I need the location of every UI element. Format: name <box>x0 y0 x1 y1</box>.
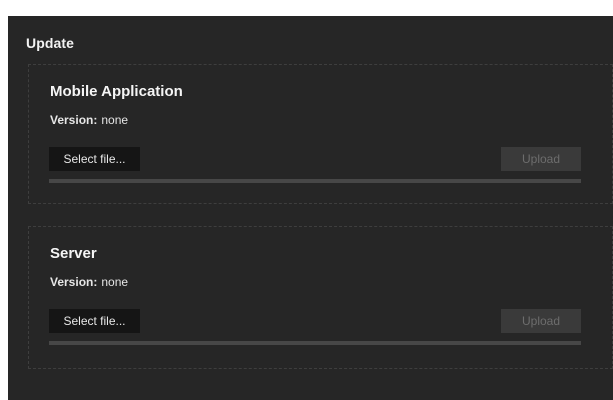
panel-title: Update <box>26 35 75 51</box>
section-title: Server <box>50 245 97 262</box>
upload-button[interactable]: Upload <box>501 309 581 333</box>
version-line: Version: none <box>50 113 128 127</box>
version-label: Version: <box>50 275 98 289</box>
version-value: none <box>101 113 129 127</box>
upload-progress-bar <box>49 179 581 183</box>
server-section: Server Version: none Select file... Uploa… <box>28 226 613 369</box>
section-title: Mobile Application <box>50 83 183 100</box>
update-panel: Update Mobile Application Version: none S… <box>8 16 613 400</box>
upload-progress-bar <box>49 341 581 345</box>
mobile-application-section: Mobile Application Version: none Select f… <box>28 64 613 204</box>
upload-button[interactable]: Upload <box>501 147 581 171</box>
select-file-button[interactable]: Select file... <box>49 147 140 171</box>
version-line: Version: none <box>50 275 128 289</box>
select-file-button[interactable]: Select file... <box>49 309 140 333</box>
version-label: Version: <box>50 113 98 127</box>
version-value: none <box>101 275 129 289</box>
